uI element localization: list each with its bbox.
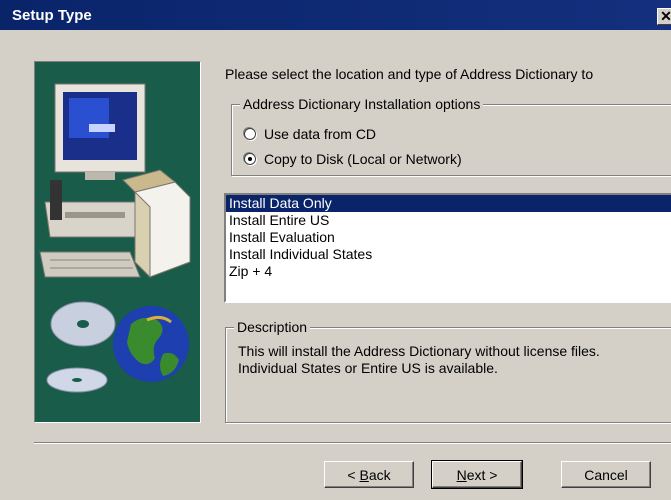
back-prefix: < <box>347 467 360 483</box>
next-mnemonic: N <box>456 467 467 483</box>
back-button[interactable]: < Back <box>324 461 414 488</box>
list-item[interactable]: Install Evaluation <box>226 229 671 246</box>
next-button[interactable]: Next > <box>431 460 523 489</box>
list-item[interactable]: Install Entire US <box>226 212 671 229</box>
radio-label: Copy to Disk (Local or Network) <box>264 151 462 167</box>
radio-copy-to-disk[interactable]: Copy to Disk (Local or Network) <box>244 150 462 168</box>
list-item[interactable]: Install Data Only <box>226 195 671 212</box>
description-legend: Description <box>234 319 311 335</box>
radio-button-unchecked[interactable] <box>244 128 256 140</box>
radio-button-checked[interactable] <box>244 153 256 165</box>
installation-options-group: Address Dictionary Installation options … <box>231 96 671 176</box>
description-line: Individual States or Entire US is availa… <box>238 360 498 376</box>
setup-illustration <box>34 61 201 423</box>
list-item[interactable]: Zip + 4 <box>226 263 671 280</box>
back-label: ack <box>368 467 391 483</box>
close-icon[interactable]: ✕ <box>657 8 671 25</box>
computer-illustration <box>39 83 191 393</box>
title-bar: Setup Type ✕ <box>0 0 671 30</box>
cd-disc-icon <box>46 301 116 393</box>
description-text: This will install the Address Dictionary… <box>238 343 600 377</box>
description-group: Description This will install the Addres… <box>225 319 671 423</box>
window-title: Setup Type <box>12 7 92 24</box>
cancel-button[interactable]: Cancel <box>561 461 651 488</box>
next-label: ext > <box>466 467 498 483</box>
installation-options-legend: Address Dictionary Installation options <box>240 96 484 112</box>
back-mnemonic: B <box>359 467 369 483</box>
list-item[interactable]: Install Individual States <box>226 246 671 263</box>
separator <box>34 442 671 444</box>
description-line: This will install the Address Dictionary… <box>238 343 600 359</box>
install-type-listbox[interactable]: Install Data Only Install Entire US Inst… <box>224 193 671 303</box>
radio-use-cd[interactable]: Use data from CD <box>244 125 376 143</box>
radio-label: Use data from CD <box>264 126 377 142</box>
globe-icon <box>113 306 189 382</box>
instruction-text: Please select the location and type of A… <box>225 66 594 82</box>
